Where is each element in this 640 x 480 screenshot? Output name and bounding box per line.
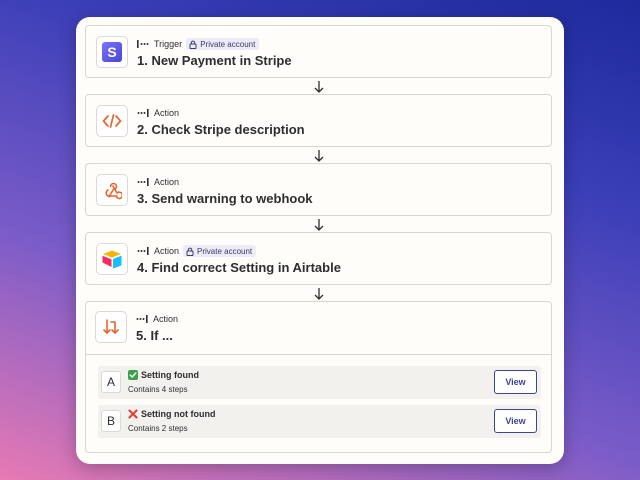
workflow-panel: S Trigger Private account 1. New Payment…	[76, 17, 564, 464]
lock-icon	[186, 247, 194, 256]
webhook-app-icon-box	[96, 174, 128, 206]
step-title: 3. Send warning to webhook	[137, 191, 313, 206]
branch-b-row: B Setting not found Contains 2 steps Vie…	[98, 405, 541, 438]
arrow-down-icon	[314, 219, 324, 231]
step-kind-label: Action	[154, 177, 180, 187]
branch-subtitle: Contains 2 steps	[128, 424, 188, 433]
branch-letter: A	[101, 371, 121, 393]
code-icon	[102, 114, 122, 128]
step-4-card[interactable]: Action Private account 4. Find correct S…	[85, 232, 552, 285]
branch-subtitle: Contains 4 steps	[128, 385, 188, 394]
action-dots-icon	[136, 315, 148, 323]
code-app-icon-box	[96, 105, 128, 137]
action-dots-icon	[137, 178, 149, 186]
arrow-down-icon	[314, 288, 324, 300]
step-title: 5. If ...	[136, 328, 173, 343]
cross-mark-icon	[128, 409, 138, 419]
branch-letter: B	[101, 410, 121, 432]
svg-text:S: S	[107, 44, 116, 60]
branch-name: Setting not found	[128, 409, 215, 419]
step-kind-label: Trigger	[154, 39, 183, 49]
step-kind-label: Action	[154, 246, 180, 256]
stripe-logo-icon: S	[102, 42, 122, 62]
branch-name-label: Setting found	[141, 370, 199, 380]
step-1-card[interactable]: S Trigger Private account 1. New Payment…	[85, 25, 552, 78]
trigger-dots-icon	[137, 40, 149, 48]
badge-label: Private account	[200, 39, 256, 49]
private-account-badge: Private account	[183, 245, 257, 257]
step-title: 2. Check Stripe description	[137, 122, 305, 137]
step-title: 4. Find correct Setting in Airtable	[137, 260, 341, 275]
view-branch-a-button[interactable]: View	[494, 370, 537, 394]
check-mark-icon	[128, 370, 138, 380]
branch-a-row: A Setting found Contains 4 steps View	[98, 366, 541, 399]
arrow-down-icon	[314, 150, 324, 162]
step-5-header[interactable]: Action 5. If ...	[85, 301, 552, 354]
branch-name: Setting found	[128, 370, 199, 380]
airtable-app-icon-box	[96, 243, 128, 275]
step-2-card[interactable]: Action 2. Check Stripe description	[85, 94, 552, 147]
stripe-app-icon-box: S	[96, 36, 128, 68]
branch-name-label: Setting not found	[141, 409, 216, 419]
step-kind-label: Action	[154, 108, 180, 118]
action-dots-icon	[137, 247, 149, 255]
action-dots-icon	[137, 109, 149, 117]
badge-label: Private account	[197, 246, 253, 256]
step-kind-label: Action	[153, 314, 179, 324]
webhook-icon	[105, 182, 122, 200]
step-3-card[interactable]: Action 3. Send warning to webhook	[85, 163, 552, 216]
arrow-down-icon	[314, 81, 324, 93]
branch-arrows-icon	[103, 319, 119, 334]
airtable-logo-icon	[102, 250, 122, 269]
step-5-paths-card: Action 5. If ... A Setting found Contain…	[85, 301, 552, 453]
paths-app-icon-box	[95, 311, 127, 343]
step-title: 1. New Payment in Stripe	[137, 53, 292, 68]
private-account-badge: Private account	[186, 38, 260, 50]
paths-divider	[86, 354, 551, 355]
lock-icon	[189, 40, 197, 49]
view-branch-b-button[interactable]: View	[494, 409, 537, 433]
